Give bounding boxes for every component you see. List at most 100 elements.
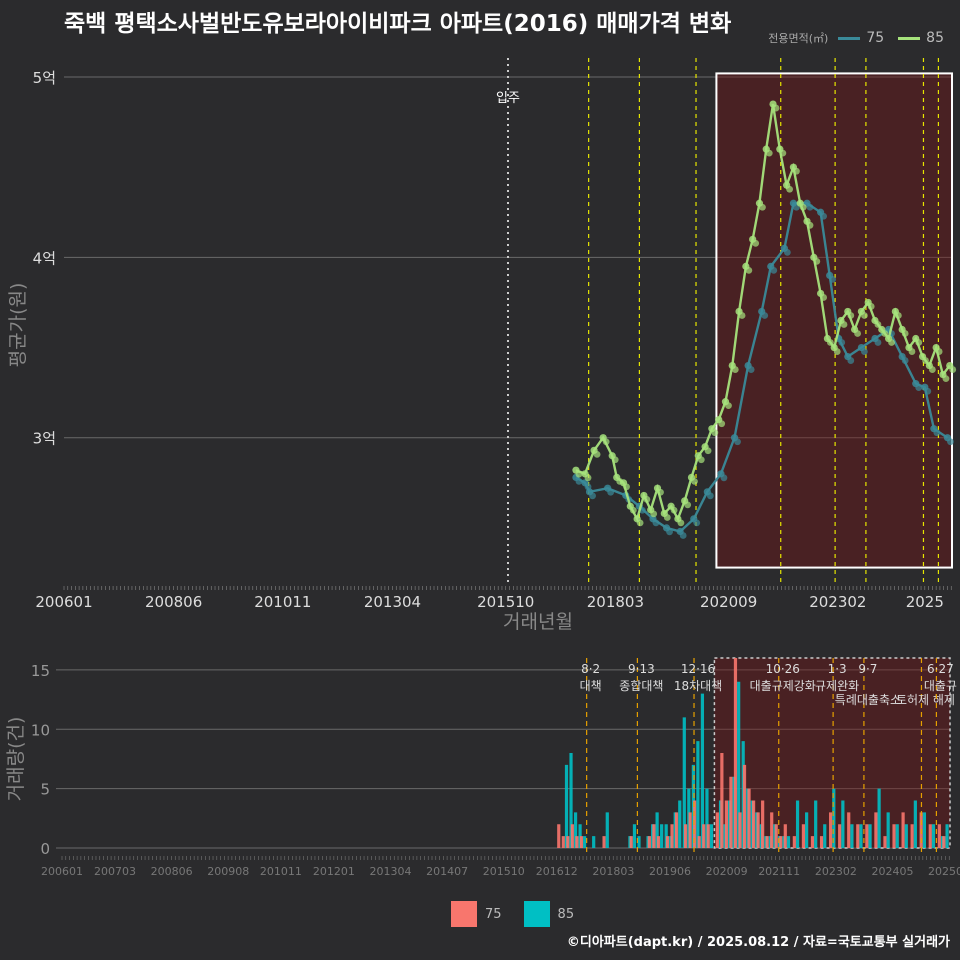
bottom-xtick-label: 200703 <box>94 865 136 878</box>
bar-85 <box>877 788 881 848</box>
series-75-point <box>783 248 791 256</box>
bar-85 <box>945 824 949 848</box>
bar-75 <box>801 824 806 848</box>
bar-85 <box>564 764 569 848</box>
bar-75 <box>747 788 751 848</box>
bar-75 <box>838 824 842 848</box>
bar-75 <box>874 812 878 848</box>
series-75-point <box>874 339 882 346</box>
bar-75 <box>856 824 860 848</box>
policy-date-label: 10·26 <box>766 662 800 676</box>
bar-75 <box>674 812 679 848</box>
bar-75 <box>566 836 570 848</box>
top-xtick-label: 2025 <box>906 593 944 611</box>
bar-75 <box>665 836 670 848</box>
series-85-point <box>718 420 726 428</box>
bar-75 <box>770 812 774 848</box>
series-85-point <box>584 474 592 482</box>
bar-85 <box>859 824 863 848</box>
bar-75 <box>733 658 738 848</box>
series-75-point <box>706 492 714 500</box>
bar-75 <box>688 812 692 848</box>
bar-85 <box>814 800 818 848</box>
bar-75 <box>706 824 710 848</box>
top-xtick-label: 201510 <box>477 593 534 611</box>
top-ytick-label: 5억 <box>33 69 56 87</box>
bottom-ytick-label: 15 <box>31 662 50 680</box>
top-xtick-label: 202009 <box>700 593 757 611</box>
top-y-axis-title: 평균가(원) <box>7 283 29 368</box>
policy-name-label: 종합대책 <box>619 678 663 693</box>
bottom-y-axis-title: 거래량(건) <box>5 717 27 802</box>
bottom-xtick-label: 201510 <box>483 865 525 878</box>
bar-75 <box>570 824 574 848</box>
bar-85 <box>795 800 800 848</box>
policy-date-label: 12·16 <box>681 662 715 676</box>
series-75-point <box>589 492 596 500</box>
bar-75 <box>937 824 941 848</box>
bottom-xtick-label: 201407 <box>426 865 468 878</box>
bar-85 <box>841 800 845 848</box>
bar-75 <box>779 836 783 848</box>
bar-75 <box>865 824 869 848</box>
series-75-point <box>860 348 868 355</box>
bar-85 <box>592 836 596 848</box>
bar-75 <box>724 800 728 848</box>
bottom-xtick-label: 202111 <box>758 865 800 878</box>
policy-name-label: 특례대출축소 <box>835 693 901 707</box>
bottom-xtick-label: 20250 <box>928 865 960 878</box>
top-xtick-label: 200806 <box>145 593 202 611</box>
bar-legend-swatch-85 <box>523 901 550 927</box>
bar-75 <box>652 824 656 848</box>
bar-75 <box>575 836 579 848</box>
top-xtick-label: 201011 <box>254 593 311 611</box>
bar-75 <box>557 824 561 848</box>
bottom-xtick-label: 200601 <box>41 865 83 878</box>
bar-85 <box>913 800 917 848</box>
top-ytick-label: 4억 <box>33 249 56 267</box>
top-xtick-label: 201304 <box>364 593 421 611</box>
bar-75 <box>756 812 760 848</box>
series-75-point <box>693 519 701 527</box>
bar-85 <box>696 741 700 848</box>
series-75-point <box>679 532 687 539</box>
bottom-xtick-label: 202405 <box>871 865 913 878</box>
bar-75 <box>670 824 674 848</box>
bar-85 <box>678 800 682 848</box>
bar-75 <box>702 824 706 848</box>
bar-75 <box>561 836 565 848</box>
bottom-ytick-label: 5 <box>40 781 50 799</box>
bar-85 <box>850 824 854 848</box>
series-85-point <box>704 447 712 455</box>
bar-85 <box>660 824 664 848</box>
bar-75 <box>774 824 778 848</box>
bar-75 <box>810 836 815 848</box>
bottom-xtick-label: 202302 <box>815 865 857 878</box>
series-75-point <box>847 357 855 364</box>
bar-85 <box>922 812 927 848</box>
bar-85 <box>605 812 609 848</box>
top-highlight-region <box>715 72 953 569</box>
bar-75 <box>910 824 914 848</box>
bar-75 <box>783 824 787 848</box>
bar-75 <box>942 836 946 848</box>
policy-date-label: 9·13 <box>628 662 655 676</box>
bar-75 <box>928 824 932 848</box>
top-xtick-label: 201803 <box>587 593 644 611</box>
bar-75 <box>697 836 701 848</box>
bar-75 <box>715 812 719 848</box>
bar-85 <box>786 836 791 848</box>
bottom-xtick-label: 200908 <box>207 865 249 878</box>
bar-85 <box>632 824 637 848</box>
series-75-point <box>947 438 954 446</box>
bottom-xtick-label: 201201 <box>313 865 355 878</box>
bar-75 <box>729 776 733 848</box>
policy-name-label: 18차대책 <box>674 678 722 693</box>
bottom-xtick-label: 202009 <box>706 865 748 878</box>
bar-75 <box>883 836 887 848</box>
bar-legend-item-85: 85 <box>557 906 575 922</box>
series-85-point <box>949 366 957 373</box>
policy-date-label: 9·7 <box>858 662 877 676</box>
bar-75 <box>720 753 724 848</box>
bar-75 <box>656 836 661 848</box>
